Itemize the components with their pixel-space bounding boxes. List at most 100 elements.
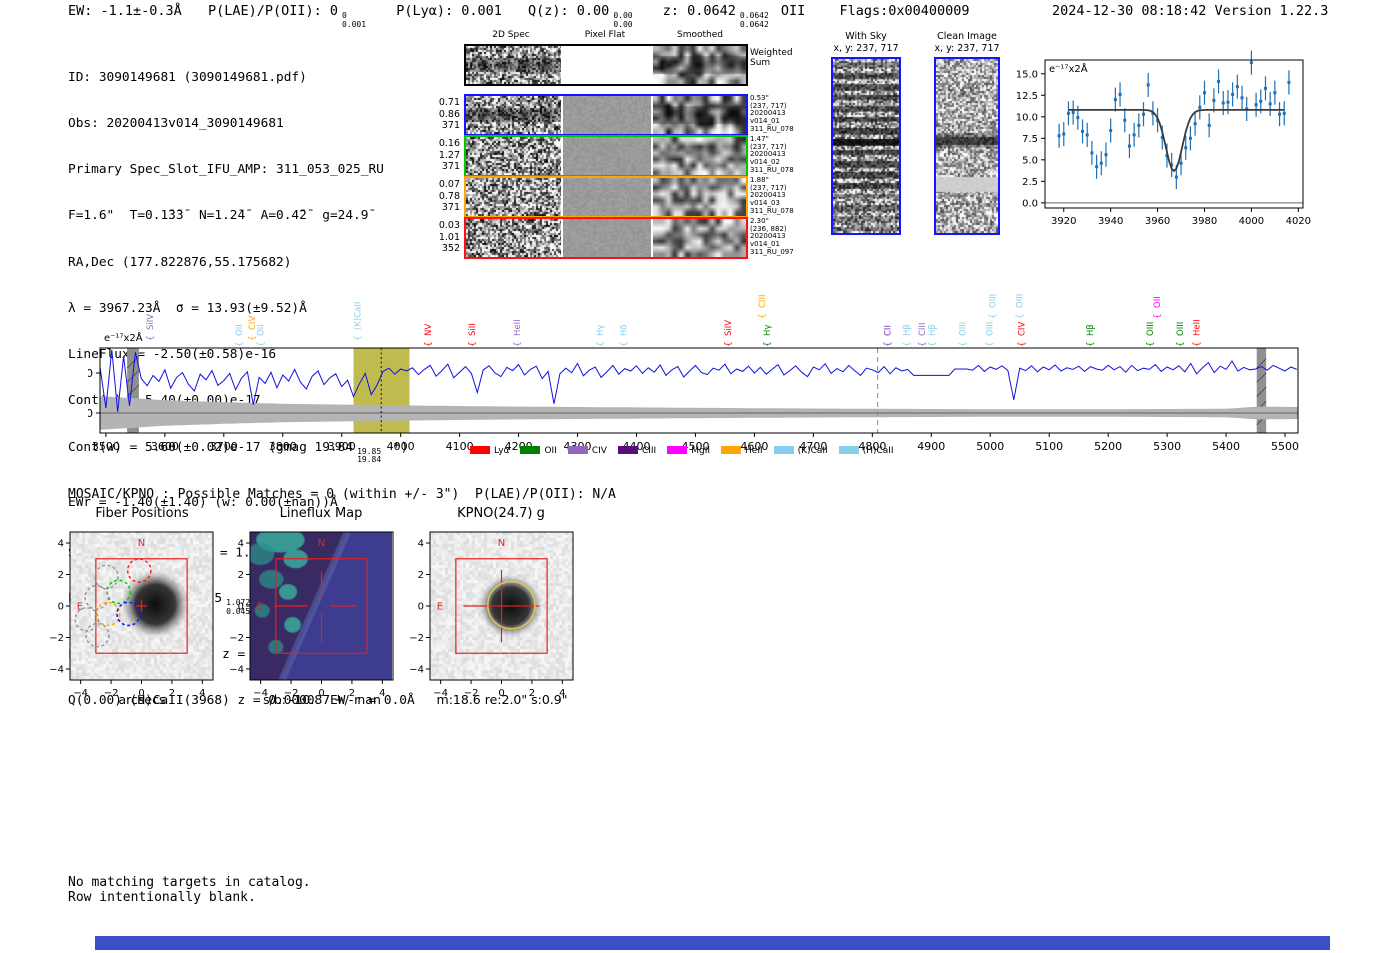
info-obs: Obs: 20200413v014_3090149681 <box>68 116 284 132</box>
footer-separator-bar <box>95 936 1330 950</box>
fiber2-2d-image <box>466 137 561 175</box>
legend-item-CIII: CIII <box>617 446 656 456</box>
spec2d-fiber-row-1 <box>464 94 748 136</box>
svg-text:{: { <box>513 341 523 347</box>
svg-text:Hγ: Hγ <box>596 325 606 336</box>
spec2d-title-pixelflat: Pixel Flat <box>584 30 626 40</box>
svg-text:HeII: HeII <box>513 319 523 336</box>
svg-text:OIII: OIII <box>1146 322 1156 336</box>
info-id: ID: 3090149681 (3090149681.pdf) <box>68 69 307 85</box>
svg-text:OII: OII <box>235 324 245 336</box>
svg-text:{: { <box>468 341 478 347</box>
fiber1-weights: 0.71 0.86 371 <box>438 97 460 131</box>
svg-text:{: { <box>146 335 156 341</box>
svg-text:{: { <box>989 313 999 319</box>
legend-item-MgII: MgII <box>667 446 710 456</box>
svg-text:−4: −4 <box>409 664 424 675</box>
svg-text:4: 4 <box>418 539 424 550</box>
header-ztype: OII <box>780 3 806 19</box>
fiber4-flat-image <box>563 219 651 257</box>
fiber3-smoothed-image <box>653 178 746 216</box>
spec2d-weighted-row <box>464 44 748 86</box>
fiber1-smoothed-image <box>653 96 746 134</box>
svg-text:{: { <box>1016 313 1026 319</box>
fiber4-2d-image <box>466 219 561 257</box>
header-ew: EW: -1.1±-0.3Å <box>68 3 182 19</box>
svg-text:OII: OII <box>1153 296 1163 308</box>
svg-text:5.0: 5.0 <box>1022 155 1038 166</box>
svg-text:{: { <box>1017 341 1027 347</box>
svg-text:Hβ: Hβ <box>928 324 938 336</box>
svg-text:0.0: 0.0 <box>1022 198 1038 209</box>
svg-text:0: 0 <box>238 602 244 613</box>
svg-text:{: { <box>256 341 266 347</box>
fiber4-annotation: 2.30" (236, 882) 20200413 v014_01 311_RU_097 <box>750 217 794 256</box>
legend-item-CIV: CIV <box>567 446 607 456</box>
svg-text:2: 2 <box>58 570 64 581</box>
svg-text:15.0: 15.0 <box>1016 69 1038 80</box>
spec2d-weighted-flat-image <box>563 46 651 84</box>
legend-item-Lyα: Lyα <box>470 446 509 456</box>
spec2d-fiber-row-4 <box>464 217 748 259</box>
svg-text:5300: 5300 <box>1153 440 1181 453</box>
fiber1-annotation: 0.53" (237, 717) 20200413 v014_01 311_RU_078 <box>750 94 794 133</box>
legend-swatch <box>838 446 859 454</box>
clean-image-coords: x, y: 237, 717 <box>934 43 1000 54</box>
footer-note-1: No matching targets in catalog. <box>68 875 311 890</box>
svg-text:3960: 3960 <box>1145 216 1170 227</box>
svg-text:{: { <box>1176 341 1186 347</box>
header-qz-stack: 0.00 0.00 <box>613 11 633 29</box>
svg-text:{: { <box>1153 313 1163 319</box>
svg-text:0: 0 <box>418 602 424 613</box>
svg-text:3920: 3920 <box>1051 216 1076 227</box>
legend-item-(H)CaII: (H)CaII <box>838 446 894 456</box>
svg-text:SiIV: SiIV <box>724 320 734 336</box>
svg-text:OIII: OIII <box>989 294 999 308</box>
svg-text:{: { <box>928 341 938 347</box>
fiber3-weights: 0.07 0.78 371 <box>438 179 460 213</box>
spec2d-fiber-row-2 <box>464 135 748 177</box>
svg-text:{: { <box>620 341 630 347</box>
header-plae-stack: 0 0.001 <box>341 11 367 29</box>
clean-image <box>934 57 1000 235</box>
fiber1-2d-image <box>466 96 561 134</box>
fiber3-2d-image <box>466 178 561 216</box>
svg-text:Hβ: Hβ <box>903 324 913 336</box>
svg-text:4000: 4000 <box>1239 216 1264 227</box>
svg-text:CIV: CIV <box>1017 322 1027 336</box>
svg-text:OIII: OIII <box>1176 322 1186 336</box>
svg-text:4020: 4020 <box>1286 216 1311 227</box>
svg-text:{: { <box>1086 341 1096 347</box>
fiber2-weights: 0.16 1.27 371 <box>438 138 460 172</box>
header-z: z: 0.0642 <box>662 3 736 19</box>
weighted-sum-label: Weighted Sum <box>750 48 793 68</box>
footer-note-2: Row intentionally blank. <box>68 890 256 905</box>
svg-text:3940: 3940 <box>1098 216 1123 227</box>
svg-text:Hδ: Hδ <box>620 324 630 336</box>
svg-text:HeII: HeII <box>1193 319 1203 336</box>
elixer-report-page: EW: -1.1±-0.3Å P(LAE)/P(OII): 0 0 0.001 P(… <box>0 0 1400 953</box>
kpno-cutout-title: KPNO(24.7) g <box>457 506 545 521</box>
svg-text:5500: 5500 <box>1271 440 1299 453</box>
svg-text:2: 2 <box>418 570 424 581</box>
svg-text:0: 0 <box>88 407 93 420</box>
svg-text:N: N <box>318 538 325 549</box>
svg-text:3500: 3500 <box>92 440 120 453</box>
svg-text:−2: −2 <box>229 633 244 644</box>
legend-swatch <box>667 446 688 454</box>
header-plae: P(LAE)/P(OII): 0 <box>207 3 338 19</box>
svg-text:2: 2 <box>238 570 244 581</box>
fiber-positions-title: Fiber Positions <box>95 506 189 521</box>
svg-text:CIII: CIII <box>758 295 768 308</box>
info-seeing: F=1.6" T=0.1̄3̄3̄ N=1.2̄4̄ A=0.4̄2̄ g=24… <box>68 208 369 224</box>
svg-text:{: { <box>986 341 996 347</box>
fiber4-smoothed-image <box>653 219 746 257</box>
svg-text:−4: −4 <box>49 664 64 675</box>
svg-text:CII: CII <box>884 325 894 336</box>
svg-text:{: { <box>354 335 364 341</box>
fiber2-smoothed-image <box>653 137 746 175</box>
info-primary: Primary Spec_Slot_IFU_AMP: 311_053_025_R… <box>68 162 384 178</box>
fiber2-annotation: 1.47" (237, 717) 20200413 v014_02 311_RU_078 <box>750 135 794 174</box>
fiber3-annotation: 1.88" (237, 717) 20200413 v014_03 311_RU_078 <box>750 176 794 215</box>
lineflux-map-title: Lineflux Map <box>279 506 363 521</box>
